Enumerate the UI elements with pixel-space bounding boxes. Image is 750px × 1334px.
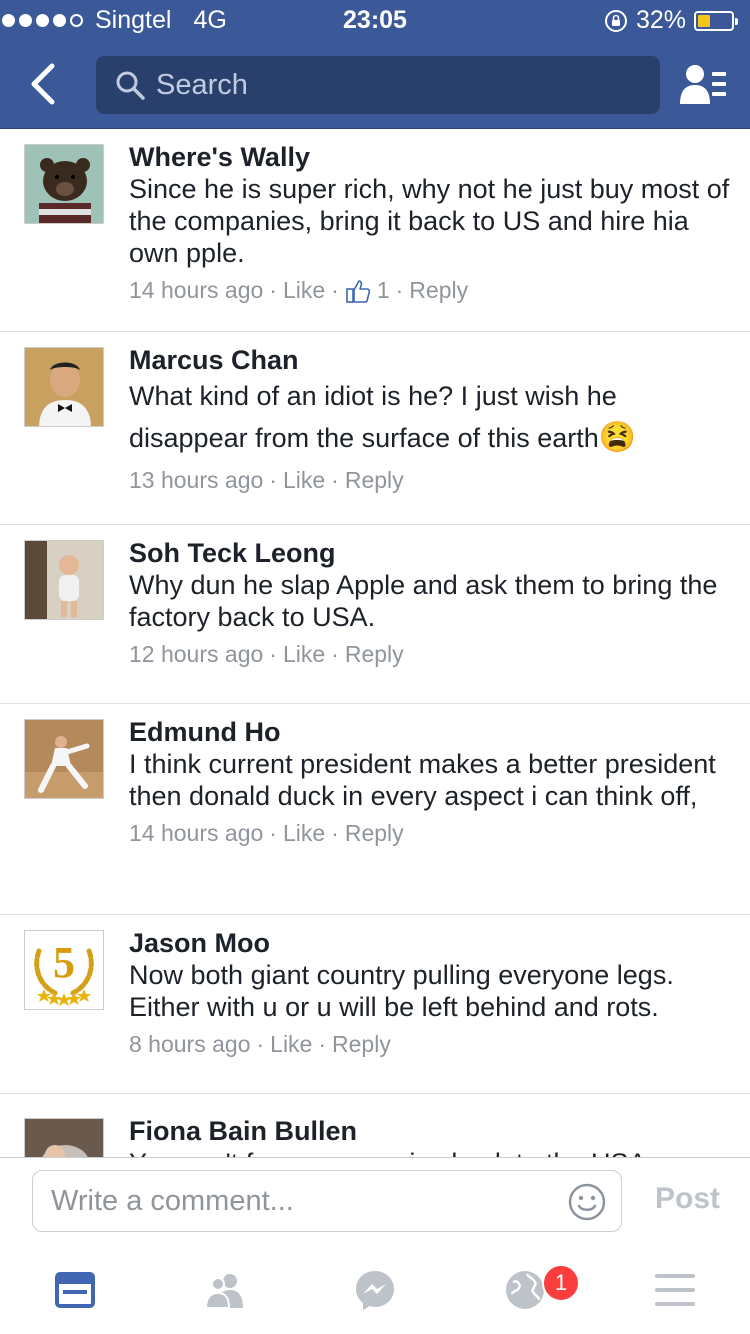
status-bar: Singtel 4G 23:05 32% xyxy=(0,0,750,40)
like-link[interactable]: Like xyxy=(283,467,325,494)
comment-item: Marcus Chan What kind of an idiot is he?… xyxy=(0,332,750,525)
comment-item: Where's Wally Since he is super rich, wh… xyxy=(0,129,750,332)
comment-author[interactable]: Edmund Ho xyxy=(129,716,730,748)
like-link[interactable]: Like xyxy=(283,820,325,847)
reply-link[interactable]: Reply xyxy=(409,277,468,304)
commenter-avatar[interactable] xyxy=(24,347,104,427)
tired-face-emoji: 😫 xyxy=(598,421,637,454)
news-feed-icon[interactable] xyxy=(53,1268,97,1312)
commenter-avatar[interactable]: 5 xyxy=(24,930,104,1010)
comment-meta: 14 hours ago · Like · 1 · Reply xyxy=(129,277,469,304)
friends-icon[interactable] xyxy=(203,1268,247,1312)
comment-text-container: What kind of an idiot is he? I just wish… xyxy=(129,376,730,459)
status-right: 32% xyxy=(604,6,738,35)
comment-text: Now both giant country pulling everyone … xyxy=(129,960,674,1022)
man-bowtie-avatar-icon xyxy=(25,348,103,426)
comment-input-box[interactable] xyxy=(32,1170,622,1232)
back-arrow-icon[interactable] xyxy=(24,60,64,108)
search-input[interactable] xyxy=(154,67,638,103)
baby-avatar-icon xyxy=(25,1119,103,1157)
rating-number: 5 xyxy=(53,938,75,987)
rotation-lock-icon xyxy=(604,9,627,32)
notifications-globe-icon[interactable] xyxy=(503,1268,547,1312)
comment-author[interactable]: Fiona Bain Bullen xyxy=(129,1115,730,1147)
comment-meta: 14 hours ago · Like · Reply xyxy=(129,820,404,847)
comment-timestamp: 14 hours ago xyxy=(129,277,264,303)
nav-bar xyxy=(0,40,750,129)
like-link[interactable]: Like xyxy=(283,277,325,304)
comment-item: Fiona Bain Bullen You can't force compan… xyxy=(0,1094,750,1157)
bear-avatar-icon xyxy=(25,145,103,223)
search-bar[interactable] xyxy=(96,56,660,114)
comment-text: I think current president makes a better… xyxy=(129,749,716,811)
commenter-avatar[interactable] xyxy=(24,540,104,620)
battery-percent: 32% xyxy=(635,6,686,34)
comment-meta: 13 hours ago · Like · Reply xyxy=(129,467,404,494)
reply-link[interactable]: Reply xyxy=(332,1031,391,1058)
comment-text: What kind of an idiot is he? I just wish… xyxy=(129,381,617,453)
comment-author[interactable]: Where's Wally xyxy=(129,141,730,173)
like-link[interactable]: Like xyxy=(283,641,325,668)
comment-author[interactable]: Marcus Chan xyxy=(129,344,730,376)
tab-bar xyxy=(0,1246,750,1334)
menu-icon[interactable] xyxy=(653,1268,697,1312)
friend-requests-icon[interactable] xyxy=(678,62,728,106)
comment-text: You can't force companies back to the US… xyxy=(129,1147,730,1157)
like-count: 1 xyxy=(376,277,390,303)
comment-author[interactable]: Soh Teck Leong xyxy=(129,537,730,569)
reply-link[interactable]: Reply xyxy=(345,820,404,847)
comment-author[interactable]: Jason Moo xyxy=(129,927,730,959)
thumbs-up-icon[interactable] xyxy=(345,278,371,304)
comment-timestamp: 12 hours ago xyxy=(129,641,264,667)
notification-badge: 1 xyxy=(542,1264,580,1302)
martial-arts-avatar-icon xyxy=(25,720,103,798)
comment-meta: 12 hours ago · Like · Reply xyxy=(129,641,404,668)
comment-timestamp: 13 hours ago xyxy=(129,467,264,493)
five-star-laurel-icon: 5 xyxy=(25,931,103,1009)
smiley-icon[interactable] xyxy=(567,1182,607,1222)
comment-composer: Post xyxy=(0,1157,750,1247)
reply-link[interactable]: Reply xyxy=(345,641,404,668)
comment-item: Edmund Ho I think current president make… xyxy=(0,704,750,915)
child-avatar-icon xyxy=(25,541,103,619)
comments-list: Where's Wally Since he is super rich, wh… xyxy=(0,129,750,1157)
comment-item: Soh Teck Leong Why dun he slap Apple and… xyxy=(0,525,750,704)
comment-timestamp: 14 hours ago xyxy=(129,820,264,846)
comment-meta: 8 hours ago · Like · Reply xyxy=(129,1031,391,1058)
like-link[interactable]: Like xyxy=(270,1031,312,1058)
battery-icon xyxy=(694,10,738,31)
commenter-avatar[interactable] xyxy=(24,144,104,224)
search-icon xyxy=(116,71,145,100)
commenter-avatar[interactable] xyxy=(24,1118,104,1157)
post-button[interactable]: Post xyxy=(655,1182,720,1216)
comment-text: Why dun he slap Apple and ask them to br… xyxy=(129,570,718,632)
comment-text: Since he is super rich, why not he just … xyxy=(129,174,730,268)
reply-link[interactable]: Reply xyxy=(345,467,404,494)
messenger-icon[interactable] xyxy=(353,1268,397,1312)
comment-input[interactable] xyxy=(49,1183,553,1219)
comment-timestamp: 8 hours ago xyxy=(129,1031,251,1057)
commenter-avatar[interactable] xyxy=(24,719,104,799)
comment-item: 5 Jason Moo Now both giant country pulli… xyxy=(0,915,750,1094)
